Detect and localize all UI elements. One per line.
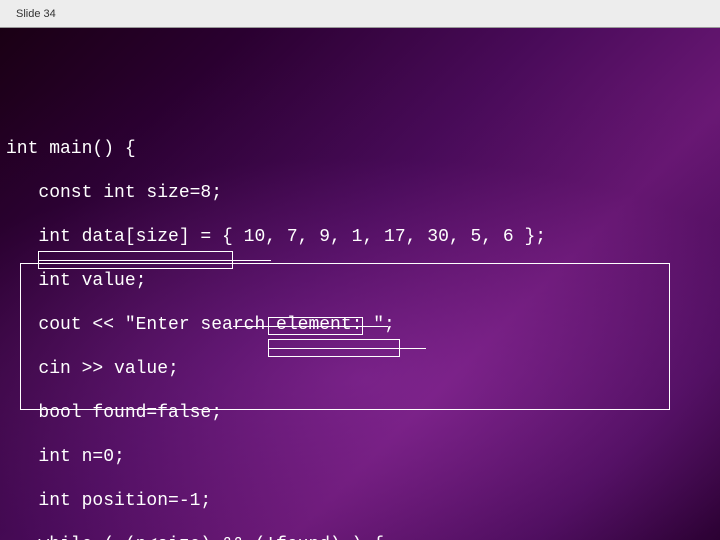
slide-container: Slide 34 int main() { const int size=8; … — [0, 0, 720, 540]
code-line: int n=0; — [6, 446, 720, 468]
slide-header-bar: Slide 34 — [0, 0, 720, 28]
code-block: int main() { const int size=8; int data[… — [6, 116, 720, 540]
code-line: cin >> value; — [6, 358, 720, 380]
code-line: int data[size] = { 10, 7, 9, 1, 17, 30, … — [6, 226, 720, 248]
code-line: int main() { — [6, 138, 720, 160]
code-line: bool found=false; — [6, 402, 720, 424]
code-line: int position=-1; — [6, 490, 720, 512]
code-line: const int size=8; — [6, 182, 720, 204]
code-line: int value; — [6, 270, 720, 292]
code-line: while ( (n<size) && (!found) ) { — [6, 534, 720, 540]
code-line: cout << "Enter search element: "; — [6, 314, 720, 336]
slide-number-label: Slide 34 — [16, 8, 56, 20]
